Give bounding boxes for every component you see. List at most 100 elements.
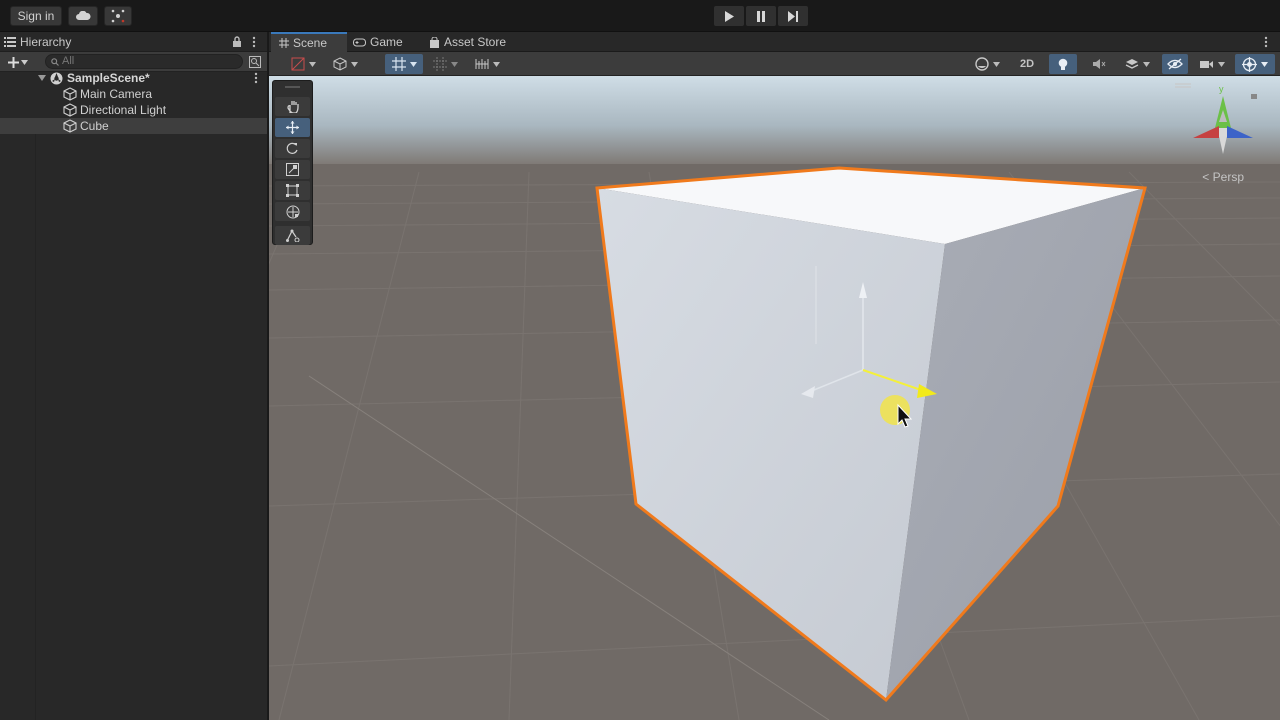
move-tool-button[interactable]: [275, 118, 310, 137]
pause-button[interactable]: [746, 6, 776, 26]
collab-button[interactable]: [104, 6, 132, 26]
scene-view-panel: Scene Game Asset Store 2D y < Persp: [269, 32, 1280, 720]
custom-tool-button[interactable]: [275, 226, 310, 245]
layers-icon: [1125, 58, 1138, 69]
scale-tool-button[interactable]: [275, 160, 310, 179]
grid-snap-dropdown[interactable]: [427, 54, 463, 74]
play-icon: [725, 10, 734, 22]
search-icon: [51, 58, 59, 66]
pause-icon: [757, 10, 765, 22]
gizmo-globe-icon: [1242, 56, 1257, 72]
rotate-icon: [286, 142, 298, 154]
audio-toggle[interactable]: [1085, 54, 1113, 74]
tab-asset-store[interactable]: Asset Store: [429, 32, 506, 52]
gizmos-dropdown[interactable]: [1235, 54, 1275, 74]
hierarchy-panel: Hierarchy All SampleScene* Main Camera D…: [0, 32, 268, 720]
hierarchy-item-main-camera[interactable]: Main Camera: [0, 86, 267, 102]
scene-menu-icon[interactable]: [254, 72, 258, 84]
expand-arrow-icon: [38, 75, 46, 81]
hand-icon: [286, 101, 299, 113]
scene-tab-bar: Scene Game Asset Store: [269, 32, 1280, 52]
transform-tool-button[interactable]: [275, 202, 310, 221]
step-button[interactable]: [778, 6, 808, 26]
custom-tool-icon: [285, 229, 299, 242]
hierarchy-indent-guide: [35, 134, 36, 720]
grid-snap-icon: [432, 57, 447, 71]
mode-2d-button[interactable]: 2D: [1013, 54, 1041, 74]
draw-sphere-dropdown[interactable]: [969, 54, 1005, 74]
gameobject-cube-icon: [63, 103, 77, 117]
plus-icon: [8, 56, 19, 68]
gamepad-icon: [353, 38, 366, 46]
collab-icon: [111, 9, 125, 23]
chevron-down-icon: [1218, 61, 1225, 67]
projection-label: Persp: [1212, 170, 1244, 184]
hierarchy-item-cube[interactable]: Cube: [0, 118, 267, 134]
rotate-tool-button[interactable]: [275, 139, 310, 158]
pivot-grid-icon: [391, 57, 406, 71]
mode-2d-label: 2D: [1019, 58, 1035, 70]
draw-mode-dropdown[interactable]: [285, 54, 321, 74]
chevron-down-icon: [409, 61, 417, 67]
scene-render: y: [269, 76, 1280, 720]
chevron-left-icon: <: [1202, 170, 1210, 184]
shading-mode-icon: [291, 57, 304, 71]
top-toolbar: Sign in: [0, 0, 1280, 32]
chevron-down-icon: [1261, 61, 1268, 67]
lock-icon[interactable]: [232, 36, 242, 47]
overlay-drag-handle[interactable]: [285, 86, 300, 88]
hierarchy-item-label: Directional Light: [80, 103, 167, 117]
increment-snap-dropdown[interactable]: [469, 54, 505, 74]
play-controls: [714, 6, 808, 26]
unity-scene-icon: [50, 72, 63, 84]
hierarchy-tab[interactable]: Hierarchy: [4, 32, 266, 52]
list-icon: [4, 37, 16, 47]
more-options-icon[interactable]: [252, 36, 256, 48]
chevron-down-icon: [350, 61, 358, 67]
cube-shaded-icon: [333, 57, 346, 71]
scene-visibility-icon[interactable]: [249, 56, 261, 68]
effects-dropdown[interactable]: [1119, 54, 1155, 74]
hierarchy-toolbar: All: [0, 52, 267, 72]
move-arrows-icon: [286, 121, 299, 134]
chevron-down-icon: [308, 61, 316, 67]
create-dropdown[interactable]: [8, 54, 36, 70]
light-bulb-icon: [1058, 58, 1068, 70]
video-camera-icon: [1200, 60, 1213, 68]
scene-root-row[interactable]: SampleScene*: [0, 70, 267, 86]
tab-asset-store-label: Asset Store: [444, 35, 507, 49]
hierarchy-search-input[interactable]: All: [45, 54, 243, 69]
scale-icon: [286, 163, 299, 176]
pivot-mode-dropdown[interactable]: [385, 54, 423, 74]
hierarchy-title: Hierarchy: [20, 35, 72, 49]
sky-background: [269, 76, 1280, 166]
chevron-down-icon: [450, 61, 458, 67]
sphere-icon: [974, 57, 989, 71]
scene-viewport[interactable]: y < Persp: [269, 76, 1280, 720]
lighting-toggle[interactable]: [1049, 54, 1077, 74]
cloud-button[interactable]: [68, 6, 98, 26]
sign-in-button[interactable]: Sign in: [10, 6, 62, 26]
camera-settings-dropdown[interactable]: [1194, 54, 1230, 74]
play-button[interactable]: [714, 6, 744, 26]
hierarchy-item-directional-light[interactable]: Directional Light: [0, 102, 267, 118]
shopping-bag-icon: [430, 36, 439, 48]
render-mode-dropdown[interactable]: [327, 54, 363, 74]
tab-game[interactable]: Game: [353, 32, 403, 52]
scene-name: SampleScene*: [67, 71, 150, 85]
ruler-icon: [475, 59, 488, 69]
scene-visibility-toggle[interactable]: [1162, 54, 1188, 74]
rect-tool-button[interactable]: [275, 181, 310, 200]
gameobject-cube-icon: [63, 119, 77, 133]
hierarchy-item-label: Cube: [80, 119, 109, 133]
tab-scene[interactable]: Scene: [271, 32, 347, 52]
more-options-icon[interactable]: [1264, 36, 1268, 48]
audio-mute-icon: [1093, 59, 1106, 69]
projection-toggle[interactable]: < Persp: [1202, 170, 1244, 184]
chevron-down-icon: [492, 61, 500, 67]
transform-all-icon: [286, 205, 299, 218]
grid-icon: [279, 38, 289, 48]
chevron-down-icon: [21, 59, 28, 65]
hand-tool-button[interactable]: [275, 97, 310, 116]
hierarchy-tab-bar: Hierarchy: [0, 32, 267, 52]
